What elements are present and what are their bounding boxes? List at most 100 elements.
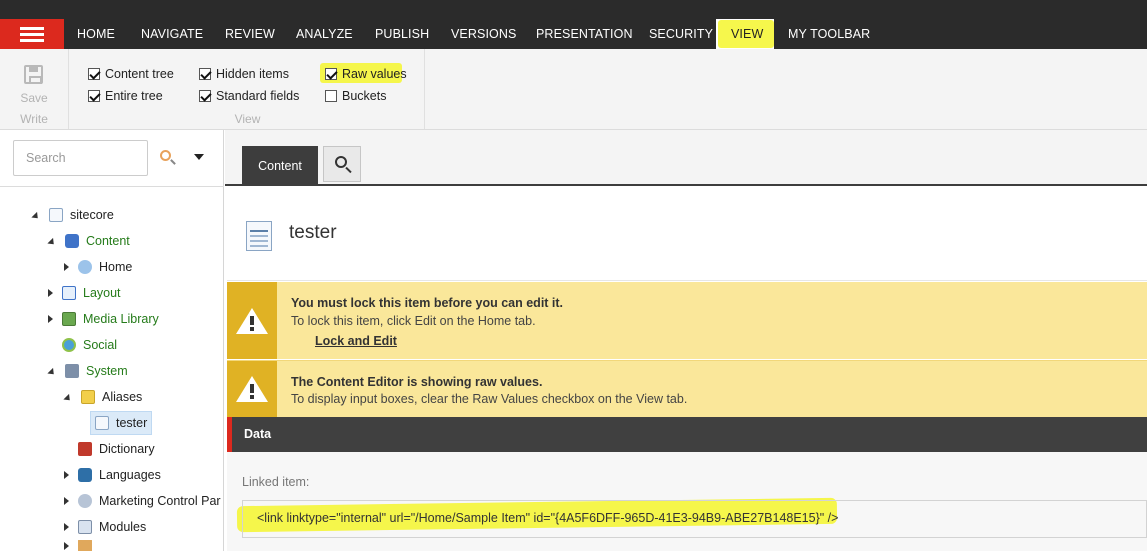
- section-header-data[interactable]: Data: [227, 417, 1147, 452]
- tree-item-label: Modules: [99, 520, 147, 534]
- tab-home[interactable]: HOME: [77, 19, 115, 49]
- warning-icon: [236, 376, 268, 402]
- raw-values-checkbox[interactable]: Raw values: [325, 67, 407, 81]
- tree-item-system[interactable]: System: [47, 358, 128, 384]
- expand-toggle-icon[interactable]: [63, 393, 73, 404]
- tree-item-partial: [64, 540, 99, 551]
- section-title: Data: [244, 427, 272, 441]
- tree-item-label: Dictionary: [99, 442, 155, 456]
- tree-item-label: Social: [83, 338, 118, 352]
- tab-presentation[interactable]: PRESENTATION: [536, 19, 633, 49]
- warning-title: You must lock this item before you can e…: [291, 296, 564, 310]
- warning-icon: [236, 308, 268, 334]
- divider: [0, 186, 224, 187]
- expand-toggle-icon[interactable]: [47, 237, 57, 248]
- field-linked-item: Linked item: <link linktype="internal" u…: [227, 452, 1147, 551]
- globe-icon: [78, 468, 92, 482]
- tab-navigate[interactable]: NAVIGATE: [141, 19, 203, 49]
- search-input[interactable]: [13, 140, 148, 176]
- checkbox-box[interactable]: [199, 68, 211, 80]
- content-tree-panel: sitecore Content Home Layout Media Libra…: [0, 130, 224, 551]
- entire-tree-checkbox[interactable]: Entire tree: [88, 89, 163, 103]
- tree-item-marketing-control-panel[interactable]: Marketing Control Par: [64, 488, 221, 514]
- search-icon[interactable]: [158, 148, 178, 168]
- tree-item-modules[interactable]: Modules: [64, 514, 146, 540]
- tree-item-dictionary[interactable]: Dictionary: [64, 436, 155, 462]
- write-group-caption: Write: [20, 112, 48, 126]
- search-icon: [335, 156, 347, 168]
- tree-item-media-library[interactable]: Media Library: [48, 306, 159, 332]
- expand-toggle-icon[interactable]: [48, 315, 53, 323]
- warning-text: To display input boxes, clear the Raw Va…: [291, 392, 688, 406]
- expand-toggle-icon[interactable]: [48, 289, 53, 297]
- warning-icon-panel: [227, 282, 277, 359]
- tab-versions[interactable]: VERSIONS: [451, 19, 516, 49]
- top-navigation: HOME NAVIGATE REVIEW ANALYZE PUBLISH VER…: [0, 0, 1147, 49]
- tab-view-label: VIEW: [731, 27, 764, 41]
- tree-item-languages[interactable]: Languages: [64, 462, 161, 488]
- raw-values-warning: The Content Editor is showing raw values…: [227, 360, 1147, 417]
- expand-toggle-icon[interactable]: [47, 367, 57, 378]
- tree-item-label: Aliases: [102, 390, 143, 404]
- tree-item-tester[interactable]: tester: [90, 411, 153, 435]
- save-button[interactable]: Save: [0, 91, 68, 105]
- tree-item-label: sitecore: [70, 208, 114, 222]
- image-icon: [62, 312, 76, 326]
- tree-item-social[interactable]: Social: [48, 332, 117, 358]
- tab-content[interactable]: Content: [242, 146, 318, 186]
- tab-security[interactable]: SECURITY: [649, 19, 713, 49]
- buckets-checkbox[interactable]: Buckets: [325, 89, 386, 103]
- expand-toggle-icon[interactable]: [64, 471, 69, 479]
- tab-search[interactable]: [323, 146, 361, 182]
- write-group: Save Write: [0, 49, 69, 129]
- tree-item-sitecore[interactable]: sitecore: [31, 202, 114, 228]
- checkbox-label: Entire tree: [105, 89, 163, 103]
- tab-publish[interactable]: PUBLISH: [375, 19, 429, 49]
- layout-icon: [62, 286, 76, 300]
- standard-fields-checkbox[interactable]: Standard fields: [199, 89, 299, 103]
- home-icon: [78, 260, 92, 274]
- checkbox-label: Standard fields: [216, 89, 300, 103]
- tab-analyze[interactable]: ANALYZE: [296, 19, 353, 49]
- tree-item-home[interactable]: Home: [64, 254, 132, 280]
- tab-review[interactable]: REVIEW: [225, 19, 275, 49]
- checkbox-label: Buckets: [342, 89, 387, 103]
- content-icon: [65, 234, 79, 248]
- linked-item-field[interactable]: <link linktype="internal" url="/Home/Sam…: [242, 500, 1147, 538]
- expand-toggle-icon: [64, 541, 69, 550]
- tree-item-label: Layout: [83, 286, 121, 300]
- tree-item-content[interactable]: Content: [47, 228, 130, 254]
- tree-item-layout[interactable]: Layout: [48, 280, 121, 306]
- save-icon[interactable]: [24, 65, 43, 84]
- tree-item-label: tester: [116, 416, 148, 430]
- checkbox-box[interactable]: [325, 90, 337, 102]
- folder-icon: [81, 390, 95, 404]
- folder-icon: [78, 540, 92, 551]
- hidden-items-checkbox[interactable]: Hidden items: [199, 67, 289, 81]
- editor-tabs: Content: [225, 130, 1147, 186]
- tree-item-aliases[interactable]: Aliases: [63, 384, 143, 410]
- expand-toggle-icon[interactable]: [64, 523, 69, 531]
- globe-icon: [62, 338, 76, 352]
- expand-toggle-icon[interactable]: [64, 263, 69, 271]
- checkbox-label: Content tree: [105, 67, 174, 81]
- warning-text: To lock this item, click Edit on the Hom…: [291, 314, 536, 328]
- tree-item-label: Home: [99, 260, 133, 274]
- lock-and-edit-link[interactable]: Lock and Edit: [315, 334, 397, 348]
- expand-toggle-icon[interactable]: [64, 497, 69, 505]
- view-group-caption: View: [234, 112, 261, 126]
- warning-title: The Content Editor is showing raw values…: [291, 375, 543, 389]
- checkbox-box[interactable]: [199, 90, 211, 102]
- content-editor: Content tester You must lock this item b…: [225, 130, 1147, 551]
- checkbox-box[interactable]: [88, 68, 100, 80]
- expand-toggle-icon[interactable]: [31, 211, 41, 222]
- tab-my-toolbar[interactable]: MY TOOLBAR: [788, 19, 870, 49]
- chevron-down-icon[interactable]: [194, 154, 204, 160]
- tree-item-label: System: [86, 364, 128, 378]
- book-icon: [78, 442, 92, 456]
- document-icon: [95, 416, 109, 430]
- content-tree-checkbox[interactable]: Content tree: [88, 67, 174, 81]
- menu-icon[interactable]: [0, 19, 64, 49]
- checkbox-box[interactable]: [325, 68, 337, 80]
- checkbox-box[interactable]: [88, 90, 100, 102]
